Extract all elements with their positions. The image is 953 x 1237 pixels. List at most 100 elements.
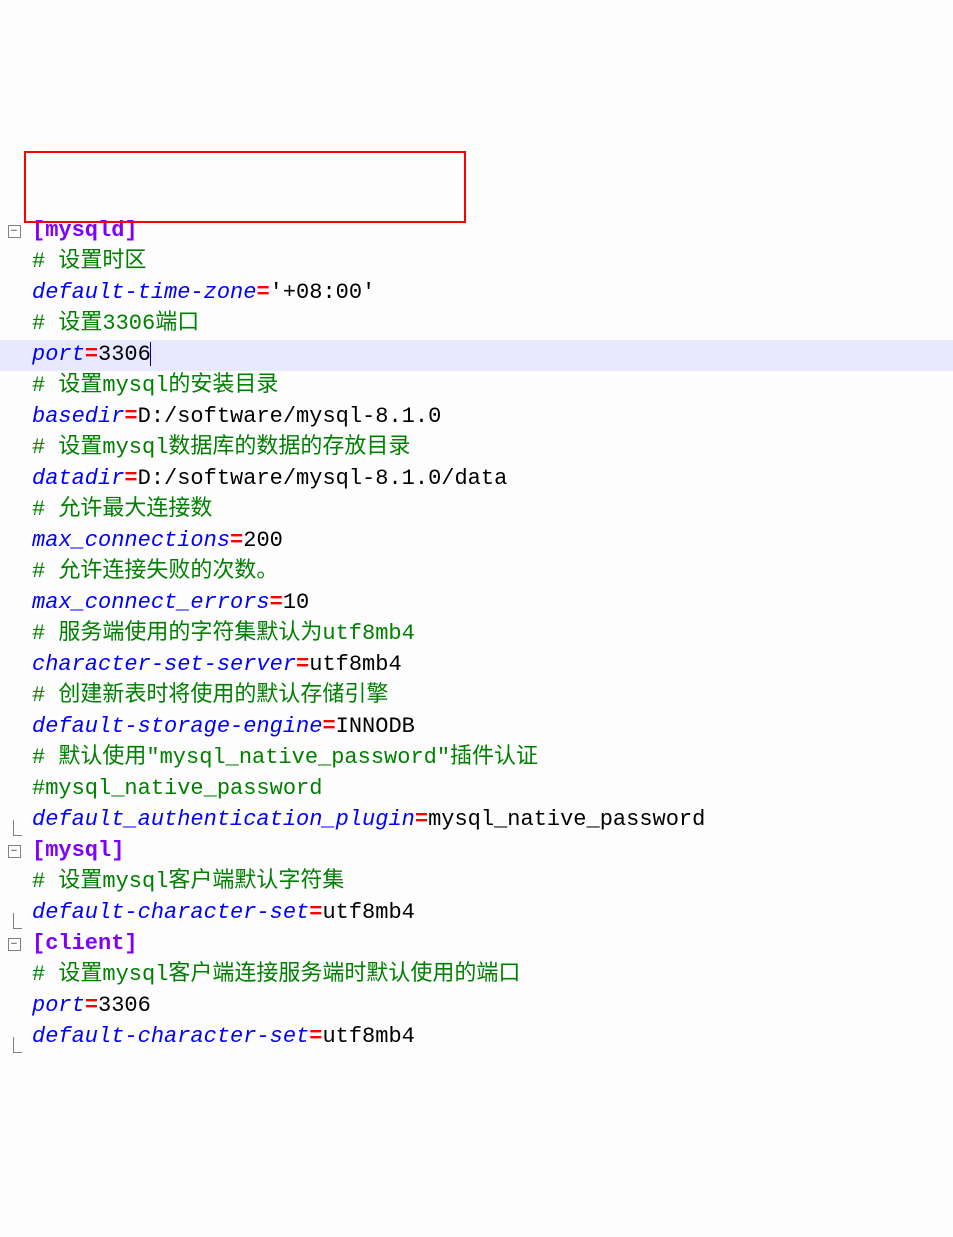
code-line[interactable]: max_connect_errors=10 [0, 588, 953, 619]
config-value: 10 [283, 590, 309, 615]
config-key: max_connect_errors [32, 590, 270, 615]
config-key: port [32, 993, 85, 1018]
comment-text: # 设置时区 [32, 249, 146, 274]
comment-text: # 默认使用"mysql_native_password"插件认证 [32, 745, 538, 770]
section-header: [mysql] [32, 838, 124, 863]
line-content[interactable]: [mysql] [28, 836, 953, 867]
config-key: port [32, 342, 85, 367]
comment-text: # 服务端使用的字符集默认为utf8mb4 [32, 621, 415, 646]
line-content[interactable]: #mysql_native_password [28, 774, 953, 805]
comment-text: # 创建新表时将使用的默认存储引擎 [32, 683, 388, 708]
line-content[interactable]: [mysqld] [28, 216, 953, 247]
code-line[interactable]: # 设置3306端口 [0, 309, 953, 340]
code-line[interactable]: −[mysqld] [0, 216, 953, 247]
fold-minus-icon[interactable]: − [8, 225, 21, 238]
config-value: INNODB [336, 714, 415, 739]
fold-end-corner [13, 820, 22, 836]
code-line[interactable]: # 服务端使用的字符集默认为utf8mb4 [0, 619, 953, 650]
line-content[interactable]: # 默认使用"mysql_native_password"插件认证 [28, 743, 953, 774]
config-key: default-character-set [32, 900, 309, 925]
fold-gutter: − [0, 845, 28, 858]
code-line[interactable]: −[mysql] [0, 836, 953, 867]
fold-end-corner [13, 913, 22, 929]
comment-text: # 设置3306端口 [32, 311, 199, 336]
line-content[interactable]: default-character-set=utf8mb4 [28, 898, 953, 929]
line-content[interactable]: # 设置mysql数据库的数据的存放目录 [28, 433, 953, 464]
fold-gutter: − [0, 225, 28, 238]
line-content[interactable]: default-time-zone='+08:00' [28, 278, 953, 309]
line-content[interactable]: max_connect_errors=10 [28, 588, 953, 619]
code-line[interactable]: # 允许连接失败的次数。 [0, 557, 953, 588]
config-value: utf8mb4 [309, 652, 401, 677]
config-key: character-set-server [32, 652, 296, 677]
code-line[interactable]: max_connections=200 [0, 526, 953, 557]
line-content[interactable]: # 允许最大连接数 [28, 495, 953, 526]
line-content[interactable]: default-storage-engine=INNODB [28, 712, 953, 743]
code-line[interactable]: default-time-zone='+08:00' [0, 278, 953, 309]
config-key: default-time-zone [32, 280, 256, 305]
code-line[interactable]: # 设置mysql客户端连接服务端时默认使用的端口 [0, 960, 953, 991]
line-content[interactable]: # 设置时区 [28, 247, 953, 278]
code-line[interactable]: default_authentication_plugin=mysql_nati… [0, 805, 953, 836]
line-content[interactable]: # 允许连接失败的次数。 [28, 557, 953, 588]
code-line[interactable]: port=3306 [0, 991, 953, 1022]
equals-sign: = [270, 590, 283, 615]
line-content[interactable]: port=3306 [28, 991, 953, 1022]
equals-sign: = [415, 807, 428, 832]
code-line[interactable]: # 创建新表时将使用的默认存储引擎 [0, 681, 953, 712]
config-value: '+08:00' [270, 280, 376, 305]
code-line[interactable]: #mysql_native_password [0, 774, 953, 805]
line-content[interactable]: # 设置mysql客户端连接服务端时默认使用的端口 [28, 960, 953, 991]
comment-text: #mysql_native_password [32, 776, 322, 801]
config-key: default-character-set [32, 1024, 309, 1049]
config-value: mysql_native_password [428, 807, 705, 832]
line-content[interactable]: [client] [28, 929, 953, 960]
config-value: D:/software/mysql-8.1.0 [138, 404, 442, 429]
code-line[interactable]: # 设置mysql客户端默认字符集 [0, 867, 953, 898]
config-value: D:/software/mysql-8.1.0/data [138, 466, 508, 491]
code-line[interactable]: default-storage-engine=INNODB [0, 712, 953, 743]
config-key: basedir [32, 404, 124, 429]
line-content[interactable]: max_connections=200 [28, 526, 953, 557]
line-content[interactable]: port=3306 [28, 340, 953, 371]
equals-sign: = [296, 652, 309, 677]
code-line[interactable]: character-set-server=utf8mb4 [0, 650, 953, 681]
line-content[interactable]: default-character-set=utf8mb4 [28, 1022, 953, 1053]
code-line[interactable]: # 默认使用"mysql_native_password"插件认证 [0, 743, 953, 774]
fold-minus-icon[interactable]: − [8, 938, 21, 951]
fold-gutter: − [0, 938, 28, 951]
line-content[interactable]: character-set-server=utf8mb4 [28, 650, 953, 681]
code-line[interactable]: datadir=D:/software/mysql-8.1.0/data [0, 464, 953, 495]
code-line[interactable]: default-character-set=utf8mb4 [0, 898, 953, 929]
line-content[interactable]: # 设置mysql的安装目录 [28, 371, 953, 402]
code-line[interactable]: # 允许最大连接数 [0, 495, 953, 526]
line-content[interactable]: # 设置3306端口 [28, 309, 953, 340]
code-line[interactable]: −[client] [0, 929, 953, 960]
comment-text: # 设置mysql的安装目录 [32, 373, 278, 398]
code-line[interactable]: # 设置mysql数据库的数据的存放目录 [0, 433, 953, 464]
config-value: 200 [243, 528, 283, 553]
equals-sign: = [85, 342, 98, 367]
code-lines-container: −[mysqld]# 设置时区default-time-zone='+08:00… [0, 216, 953, 1053]
code-editor[interactable]: −[mysqld]# 设置时区default-time-zone='+08:00… [0, 123, 953, 1083]
line-content[interactable]: # 设置mysql客户端默认字符集 [28, 867, 953, 898]
code-line[interactable]: # 设置mysql的安装目录 [0, 371, 953, 402]
fold-minus-icon[interactable]: − [8, 845, 21, 858]
line-content[interactable]: datadir=D:/software/mysql-8.1.0/data [28, 464, 953, 495]
equals-sign: = [124, 466, 137, 491]
highlight-box [24, 151, 466, 223]
line-content[interactable]: # 服务端使用的字符集默认为utf8mb4 [28, 619, 953, 650]
comment-text: # 设置mysql数据库的数据的存放目录 [32, 435, 410, 460]
code-line[interactable]: # 设置时区 [0, 247, 953, 278]
section-header: [client] [32, 931, 138, 956]
line-content[interactable]: default_authentication_plugin=mysql_nati… [28, 805, 953, 836]
equals-sign: = [124, 404, 137, 429]
equals-sign: = [322, 714, 335, 739]
code-line[interactable]: port=3306 [0, 340, 953, 371]
code-line[interactable]: default-character-set=utf8mb4 [0, 1022, 953, 1053]
config-key: max_connections [32, 528, 230, 553]
line-content[interactable]: basedir=D:/software/mysql-8.1.0 [28, 402, 953, 433]
code-line[interactable]: basedir=D:/software/mysql-8.1.0 [0, 402, 953, 433]
line-content[interactable]: # 创建新表时将使用的默认存储引擎 [28, 681, 953, 712]
comment-text: # 设置mysql客户端默认字符集 [32, 869, 344, 894]
